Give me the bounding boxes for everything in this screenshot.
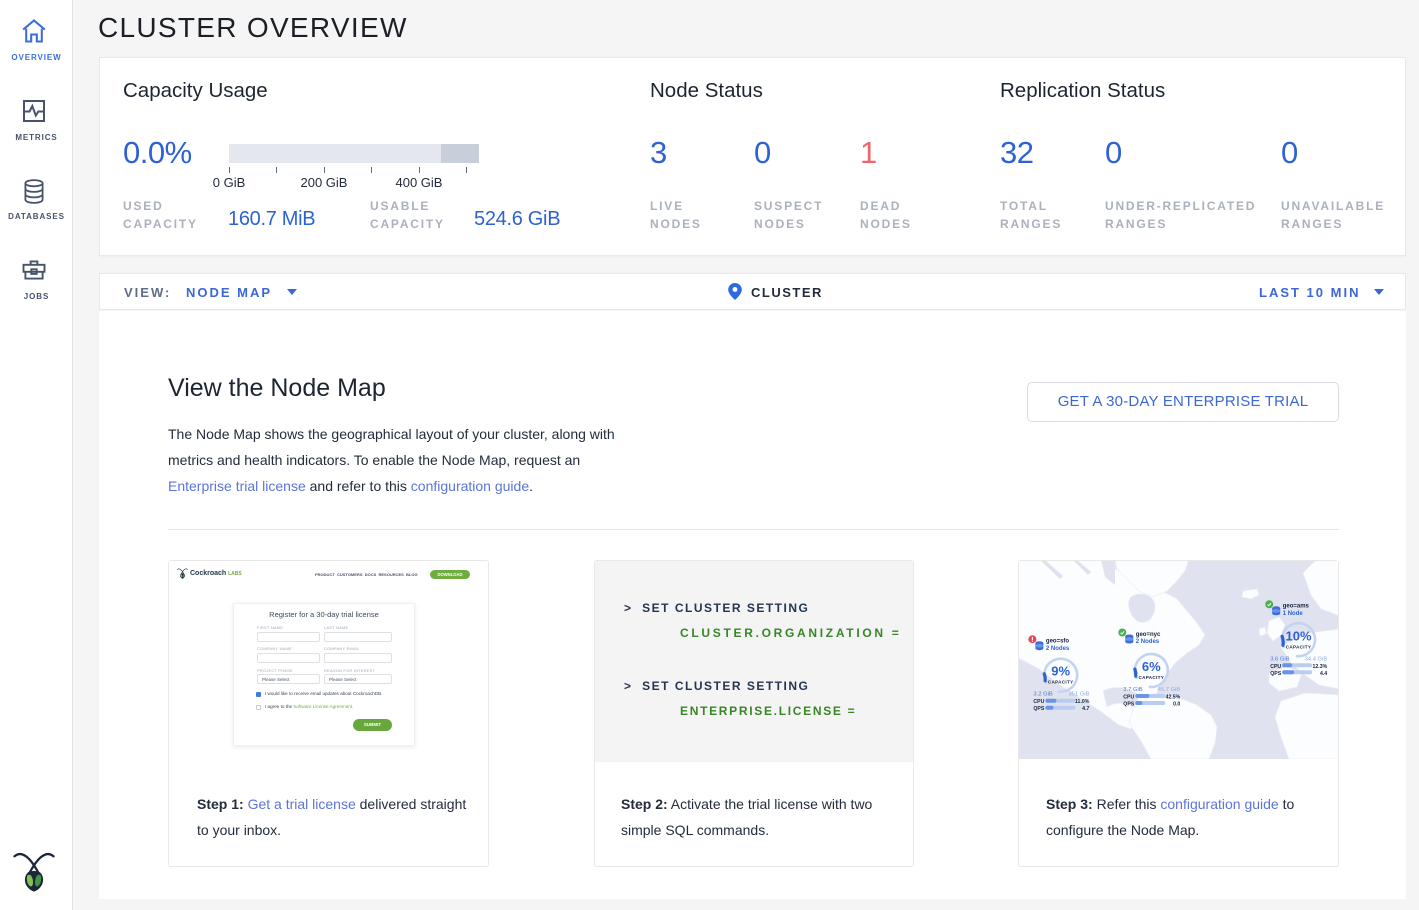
svg-text:45.7 GiB: 45.7 GiB [1158, 687, 1181, 693]
svg-text:10%: 10% [1285, 628, 1311, 643]
svg-text:CAPACITY: CAPACITY [1139, 675, 1165, 680]
svg-text:12.3%: 12.3% [1312, 664, 1327, 670]
svg-text:3.7 GiB: 3.7 GiB [1123, 687, 1142, 693]
svg-text:3.6 GiB: 3.6 GiB [1270, 656, 1289, 662]
svg-text:2 Nodes: 2 Nodes [1046, 646, 1070, 652]
svg-text:0.0: 0.0 [1173, 702, 1180, 708]
svg-text:11.0%: 11.0% [1075, 699, 1090, 705]
svg-text:geo=nyc: geo=nyc [1136, 632, 1161, 638]
svg-text:6%: 6% [1142, 659, 1161, 674]
svg-text:3.2 GiB: 3.2 GiB [1033, 692, 1052, 698]
svg-text:9%: 9% [1051, 664, 1070, 679]
svg-text:CAPACITY: CAPACITY [1048, 680, 1074, 685]
svg-text:QPS: QPS [1123, 702, 1134, 708]
svg-text:geo=sfo: geo=sfo [1046, 639, 1070, 645]
svg-text:4.4: 4.4 [1320, 671, 1327, 677]
svg-text:CAPACITY: CAPACITY [1286, 644, 1312, 649]
svg-text:QPS: QPS [1033, 706, 1044, 712]
svg-text:geo=ams: geo=ams [1283, 604, 1310, 610]
svg-text:4.7: 4.7 [1082, 706, 1089, 712]
svg-text:2 Nodes: 2 Nodes [1136, 639, 1160, 645]
svg-text:42.5%: 42.5% [1166, 695, 1181, 701]
svg-text:CPU: CPU [1270, 664, 1281, 670]
svg-text:CPU: CPU [1033, 699, 1044, 705]
svg-text:1 Node: 1 Node [1283, 611, 1304, 617]
svg-text:CPU: CPU [1123, 695, 1134, 701]
svg-text:34.4 GiB: 34.4 GiB [1305, 656, 1328, 662]
svg-text:351 GiB: 351 GiB [1068, 692, 1089, 698]
svg-text:QPS: QPS [1270, 671, 1281, 677]
